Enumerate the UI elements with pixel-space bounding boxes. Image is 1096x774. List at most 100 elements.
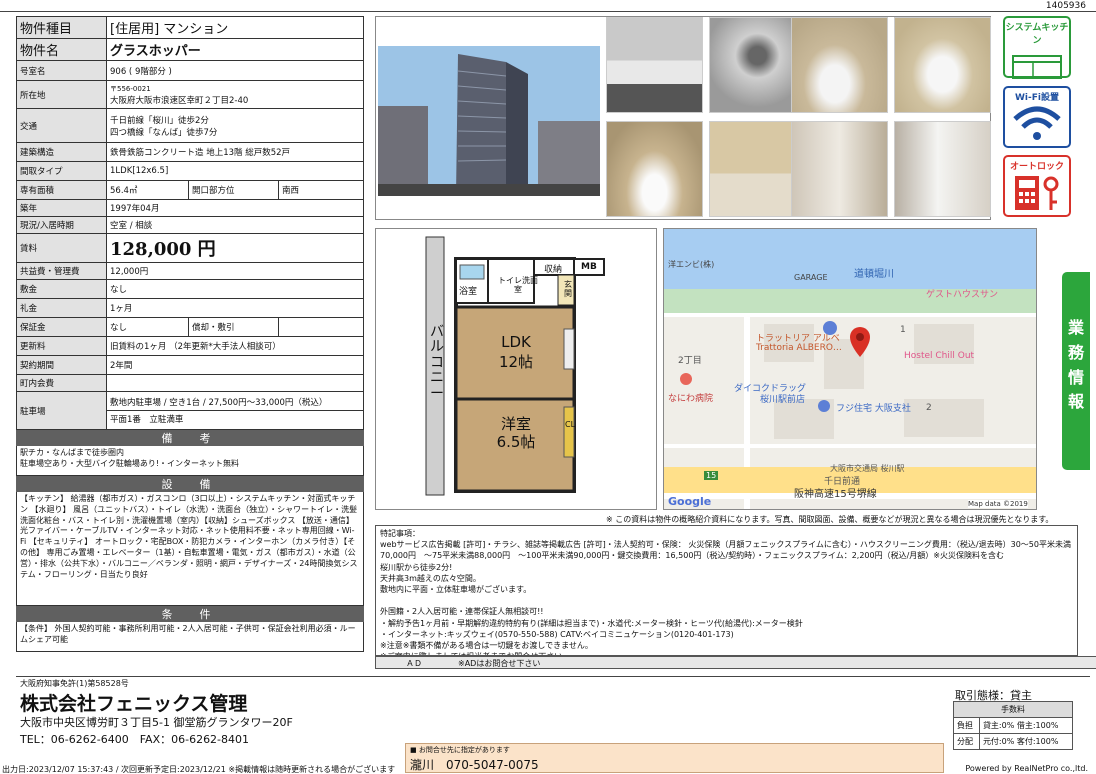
map-station: 大阪市交通局 桜川駅 xyxy=(830,464,905,473)
map-num2: 2 xyxy=(926,403,932,413)
value-area: 56.4㎡ xyxy=(106,180,189,200)
map-hotel: Hostel Chill Out xyxy=(904,351,975,361)
value-amort xyxy=(278,317,364,337)
wifi-badge: Wi-Fi設置 xyxy=(1003,86,1071,148)
zip: 〒556-0021 xyxy=(110,84,151,93)
toilet-photo[interactable] xyxy=(791,17,888,113)
access-1: 千日前線「桜川」徒歩2分 xyxy=(110,115,209,126)
washlet-photo[interactable] xyxy=(894,17,991,113)
map-road: 阪神高速15号堺線 xyxy=(794,489,877,500)
value-type: [住居用] マンション xyxy=(106,16,364,39)
fp-entrance: 玄関 xyxy=(564,280,572,298)
map-guesthouse: ゲストハウスサン xyxy=(926,290,999,300)
map-trattoria2: Trattoria ALBERO… xyxy=(756,343,842,353)
value-deposit: なし xyxy=(106,279,364,299)
label-contract: 契約期間 xyxy=(16,355,107,375)
footer-left: 出力日:2023/12/07 15:37:43 / 次回更新予定日:2023/1… xyxy=(2,765,396,774)
label-town: 町内会費 xyxy=(16,374,107,392)
label-rent: 賃料 xyxy=(16,233,107,263)
value-built: 1997年04月 xyxy=(106,199,364,217)
autolock-icon xyxy=(1015,176,1059,210)
fp-ldk: LDK xyxy=(501,333,531,351)
wifi-badge-label: Wi-Fi設置 xyxy=(1015,93,1059,103)
company-address: 大阪市中央区博労町３丁目5-1 御堂筋グランタワー20F xyxy=(20,716,293,729)
lock-badge-label: オートロック xyxy=(1009,162,1064,172)
fp-mb: MB xyxy=(581,262,597,272)
living-photo[interactable] xyxy=(791,121,888,217)
equipment-text: 【キッチン】 給湯器（都市ガス）・ガスコンロ（3口以上）・システムキッチン・対面… xyxy=(16,492,364,606)
ad-bar: ＡＤ ※ADはお問合せ下さい xyxy=(375,656,1096,669)
value-access: 千日前線「桜川」徒歩2分 四つ橋線「なんば」徒歩7分 xyxy=(106,108,364,143)
fee-heading: 手数料 xyxy=(953,701,1073,718)
value-status: 空室 / 相談 xyxy=(106,216,364,234)
company-tel: TEL：06-6262-6400 FAX：06-6262-8401 xyxy=(20,733,250,746)
value-rent: 128,000 円 xyxy=(106,233,364,263)
remarks-text: 駅チカ・なんばまで徒歩圏内 駐車場空あり・大型バイク駐輪場あり!・インターネット… xyxy=(16,446,364,476)
fp-storage: 収納 xyxy=(544,265,563,275)
label-renew: 更新料 xyxy=(16,336,107,356)
special-notes: 特記事項： webサービス広告掲載 [許可]・チラシ、雑誌等掲載広告 [許可]・… xyxy=(375,525,1078,656)
company-divider xyxy=(16,676,1090,677)
map-sennichi: 千日前通 xyxy=(824,477,861,487)
top-divider xyxy=(0,11,1096,12)
conditions-text: 【条件】 外国人契約可能・事務所利用可能・2人入居可能・子供可・保証会社利用必須… xyxy=(16,622,364,652)
label-access: 交通 xyxy=(16,108,107,143)
fee-row1-label: 負担 xyxy=(953,717,980,734)
label-amort: 償却・敷引 xyxy=(188,317,279,337)
value-name: グラスホッパー xyxy=(106,38,364,61)
fp-ldk-size: 12帖 xyxy=(498,353,534,371)
property-table: 物件種目 [住居用] マンション 物件名 グラスホッパー 号室名 906 ( 9階部分… xyxy=(16,16,364,430)
label-key: 礼金 xyxy=(16,298,107,318)
fee-row1-value: 貸主:0% 借主:100% xyxy=(978,717,1074,734)
label-fee: 共益費・管理費 xyxy=(16,262,107,280)
map-route15: 15 xyxy=(704,471,719,480)
fee-row2-value: 元付:0% 客付:100% xyxy=(978,733,1074,750)
business-info-tab[interactable]: 業務情報 xyxy=(1062,272,1090,470)
label-structure: 建築構造 xyxy=(16,142,107,162)
document-id: 1405936 xyxy=(1045,1,1086,11)
map-drug2: 桜川駅前店 xyxy=(760,395,806,405)
contact-note: ■ お問合せ先に指定があります xyxy=(410,746,510,754)
value-town xyxy=(106,374,364,392)
washbasin-photo[interactable] xyxy=(606,121,703,217)
map-garage: GARAGE xyxy=(794,273,828,282)
kitchen-photo[interactable] xyxy=(606,17,703,113)
fp-room-size: 6.5帖 xyxy=(496,433,536,451)
value-room: 906 ( 9階部分 ) xyxy=(106,60,364,81)
value-address: 〒556-0021 大阪府大阪市浪速区幸町２丁目2-40 xyxy=(106,80,364,109)
fee-row2-label: 分配 xyxy=(953,733,980,750)
ad-label: ＡＤ xyxy=(406,659,422,668)
map-credit: Map data ©2019 xyxy=(968,500,1028,508)
contact-box: ■ お問合せ先に指定があります 瀧川 070-5047-0075 xyxy=(405,743,944,773)
autolock-badge: オートロック xyxy=(1003,155,1071,217)
footer-right: Powered by RealNetPro co.,ltd. xyxy=(965,764,1088,773)
kitchen-badge-label: システムキッチン xyxy=(1005,23,1069,46)
wifi-icon xyxy=(1013,106,1061,140)
remarks-heading: 備 考 xyxy=(16,430,364,446)
label-layout: 間取タイプ xyxy=(16,161,107,181)
label-address: 所在地 xyxy=(16,80,107,109)
map-fuji: フジ住宅 大阪支社 xyxy=(836,404,911,414)
address: 大阪府大阪市浪速区幸町２丁目2-40 xyxy=(110,95,249,106)
conditions-heading: 条 件 xyxy=(16,606,364,622)
value-fee: 12,000円 xyxy=(106,262,364,280)
ad-value: ※ADはお問合せ下さい xyxy=(458,659,541,668)
room-photo[interactable] xyxy=(894,121,991,217)
label-name: 物件名 xyxy=(16,38,107,61)
map[interactable]: 道頓堀川 GARAGE 洋エンビ(株) ゲストハウスサン トラットリア アルベ … xyxy=(663,228,1037,510)
label-area: 専有面積 xyxy=(16,180,107,200)
label-direction: 開口部方位 xyxy=(188,180,279,200)
building-photo[interactable] xyxy=(378,46,600,196)
remarks-section: 備 考 駅チカ・なんばまで徒歩圏内 駐車場空あり・大型バイク駐輪場あり!・インタ… xyxy=(16,430,364,652)
value-structure: 鉄骨鉄筋コンクリート造 地上13階 総戸数52戸 xyxy=(106,142,364,162)
map-yan: 洋エンビ(株) xyxy=(668,260,715,269)
company-name: 株式会社フェニックス管理 xyxy=(20,693,248,715)
label-type: 物件種目 xyxy=(16,16,107,39)
label-room: 号室名 xyxy=(16,60,107,81)
value-guarantee: なし xyxy=(106,317,189,337)
contact-name: 瀧川 070-5047-0075 xyxy=(410,758,539,772)
map-river: 道頓堀川 xyxy=(854,269,894,280)
value-key: 1ヶ月 xyxy=(106,298,364,318)
fp-balcony: バルコニー xyxy=(430,324,444,402)
value-renew: 旧賃料の1ヶ月 （2年更新*大手法人相談可） xyxy=(106,336,364,356)
